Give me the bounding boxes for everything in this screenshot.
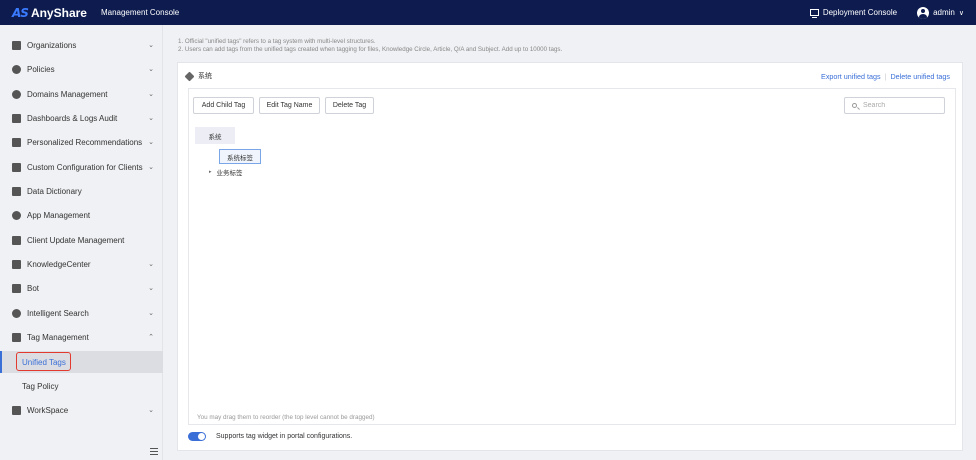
logo-text: AnyShare: [30, 5, 87, 20]
sidebar-item-tag-policy[interactable]: Tag Policy: [0, 375, 163, 397]
sidebar-item-label: Dashboards & Logs Audit: [27, 113, 118, 123]
sidebar-item-label: Tag Policy: [22, 381, 59, 391]
sidebar-item-intelligent-search[interactable]: Intelligent Search ⌄: [0, 302, 163, 324]
monitor-icon: [809, 9, 819, 18]
sidebar-item-label: KnowledgeCenter: [27, 259, 91, 269]
globe-icon: [12, 64, 21, 74]
sidebar-item-label: Custom Configuration for Clients: [27, 162, 143, 172]
bot-icon: [12, 283, 21, 293]
tree-node-label: 业务标签: [216, 169, 243, 177]
book-icon: [12, 259, 21, 269]
sidebar-item-label: Bot: [27, 283, 40, 293]
sidebar-item-label: Data Dictionary: [27, 186, 82, 196]
app-icon: [12, 210, 21, 220]
dictionary-icon: [12, 186, 21, 196]
delete-unified-tags-link[interactable]: Delete unified tags: [890, 72, 950, 81]
grid-icon: [12, 405, 21, 415]
sidebar-item-label: Organizations: [27, 40, 77, 50]
deployment-console-link[interactable]: Deployment Console: [809, 8, 898, 18]
user-name: admin: [933, 8, 955, 17]
logo-mark-icon: AS: [12, 5, 29, 20]
chevron-up-icon: ⌃: [148, 334, 154, 341]
chevron-down-icon: ∨: [958, 9, 964, 17]
sidebar-item-label: WorkSpace: [27, 405, 69, 415]
tag-tree-area: Add Child Tag Edit Tag Name Delete Tag 系…: [188, 88, 956, 425]
sidebar-item-dashboards[interactable]: Dashboards & Logs Audit ⌄: [0, 107, 163, 129]
top-bar: AS AnyShare Management Console Deploymen…: [0, 0, 976, 25]
chevron-down-icon: ⌄: [148, 261, 154, 268]
sidebar-item-workspace[interactable]: WorkSpace ⌄: [0, 399, 163, 421]
sidebar-item-bot[interactable]: Bot ⌄: [0, 277, 163, 299]
sidebar-item-policies[interactable]: Policies ⌄: [0, 58, 163, 80]
tag-icon: [184, 71, 195, 81]
link-separator: |: [884, 72, 887, 81]
sidebar: Organizations ⌄ Policies ⌄ Domains Manag…: [0, 25, 163, 460]
sidebar-item-knowledgecenter[interactable]: KnowledgeCenter ⌄: [0, 253, 163, 275]
chevron-down-icon: ⌄: [148, 164, 154, 171]
sidebar-item-label: Policies: [27, 64, 55, 74]
note-line: 1. Official "unified tags" refers to a t…: [178, 38, 376, 45]
note-line: 2. Users can add tags from the unified t…: [178, 46, 563, 53]
sidebar-item-data-dictionary[interactable]: Data Dictionary: [0, 180, 163, 202]
tag-widget-setting: Supports tag widget in portal configurat…: [188, 432, 352, 441]
export-unified-tags-link[interactable]: Export unified tags: [821, 72, 881, 81]
chevron-down-icon: ⌄: [148, 139, 154, 146]
delete-tag-button[interactable]: Delete Tag: [325, 97, 374, 114]
org-icon: [12, 40, 21, 50]
add-child-tag-button[interactable]: Add Child Tag: [193, 97, 254, 114]
domains-icon: [12, 89, 21, 99]
tag-icon: [12, 332, 21, 342]
deployment-console-label: Deployment Console: [822, 8, 898, 17]
sidebar-item-recommendations[interactable]: Personalized Recommendations ⌄: [0, 131, 163, 153]
caret-right-icon[interactable]: ▸: [209, 169, 212, 175]
chevron-down-icon: ⌄: [148, 285, 154, 292]
sidebar-item-unified-tags[interactable]: Unified Tags: [0, 351, 163, 373]
sidebar-item-label: App Management: [27, 210, 91, 220]
edit-tag-name-button[interactable]: Edit Tag Name: [259, 97, 320, 114]
sidebar-item-tag-management[interactable]: Tag Management ⌃: [0, 326, 163, 348]
sidebar-item-app-management[interactable]: App Management: [0, 204, 163, 226]
panel-title: 系统: [198, 73, 212, 80]
chevron-down-icon: ⌄: [148, 115, 154, 122]
tree-node-root[interactable]: 系统: [195, 127, 235, 144]
search-icon: [852, 103, 857, 108]
panel-header: 系统: [184, 71, 212, 81]
menu-collapse-icon[interactable]: [150, 448, 158, 455]
user-menu[interactable]: admin ∨: [917, 6, 964, 19]
sidebar-item-label: Domains Management: [27, 89, 108, 99]
sidebar-item-organizations[interactable]: Organizations ⌄: [0, 34, 163, 56]
tree-node-selected[interactable]: 系统标签: [219, 149, 261, 164]
tag-widget-toggle[interactable]: [188, 432, 206, 441]
avatar-icon: [917, 6, 930, 19]
unified-tags-panel: 系统 Export unified tags | Delete unified …: [177, 62, 963, 451]
sidebar-item-domains[interactable]: Domains Management ⌄: [0, 83, 163, 105]
chevron-down-icon: ⌄: [148, 310, 154, 317]
info-notes: 1. Official "unified tags" refers to a t…: [178, 38, 562, 54]
update-icon: [12, 235, 21, 245]
anyshare-logo[interactable]: AS AnyShare: [12, 6, 87, 20]
search-icon: [12, 308, 21, 318]
chevron-down-icon: ⌄: [148, 407, 154, 414]
chart-icon: [12, 113, 21, 123]
sidebar-item-client-update[interactable]: Client Update Management: [0, 229, 163, 251]
drag-hint: You may drag them to reorder (the top le…: [197, 414, 375, 421]
toggle-label: Supports tag widget in portal configurat…: [216, 433, 353, 440]
sidebar-item-label: Unified Tags: [22, 357, 66, 367]
search-input[interactable]: [863, 100, 941, 111]
tree-node-child[interactable]: ▸ 业务标签: [209, 167, 243, 177]
sidebar-item-label: Intelligent Search: [27, 308, 89, 318]
console-title: Management Console: [100, 8, 180, 17]
sidebar-item-label: Client Update Management: [27, 235, 125, 245]
chevron-down-icon: ⌄: [148, 66, 154, 73]
sidebar-item-label: Tag Management: [27, 332, 89, 342]
tag-search[interactable]: [844, 97, 945, 114]
sidebar-item-custom-config[interactable]: Custom Configuration for Clients ⌄: [0, 156, 163, 178]
recommend-icon: [12, 137, 21, 147]
chevron-down-icon: ⌄: [148, 91, 154, 98]
sidebar-item-label: Personalized Recommendations: [27, 137, 143, 147]
cube-icon: [12, 162, 21, 172]
chevron-down-icon: ⌄: [148, 42, 154, 49]
